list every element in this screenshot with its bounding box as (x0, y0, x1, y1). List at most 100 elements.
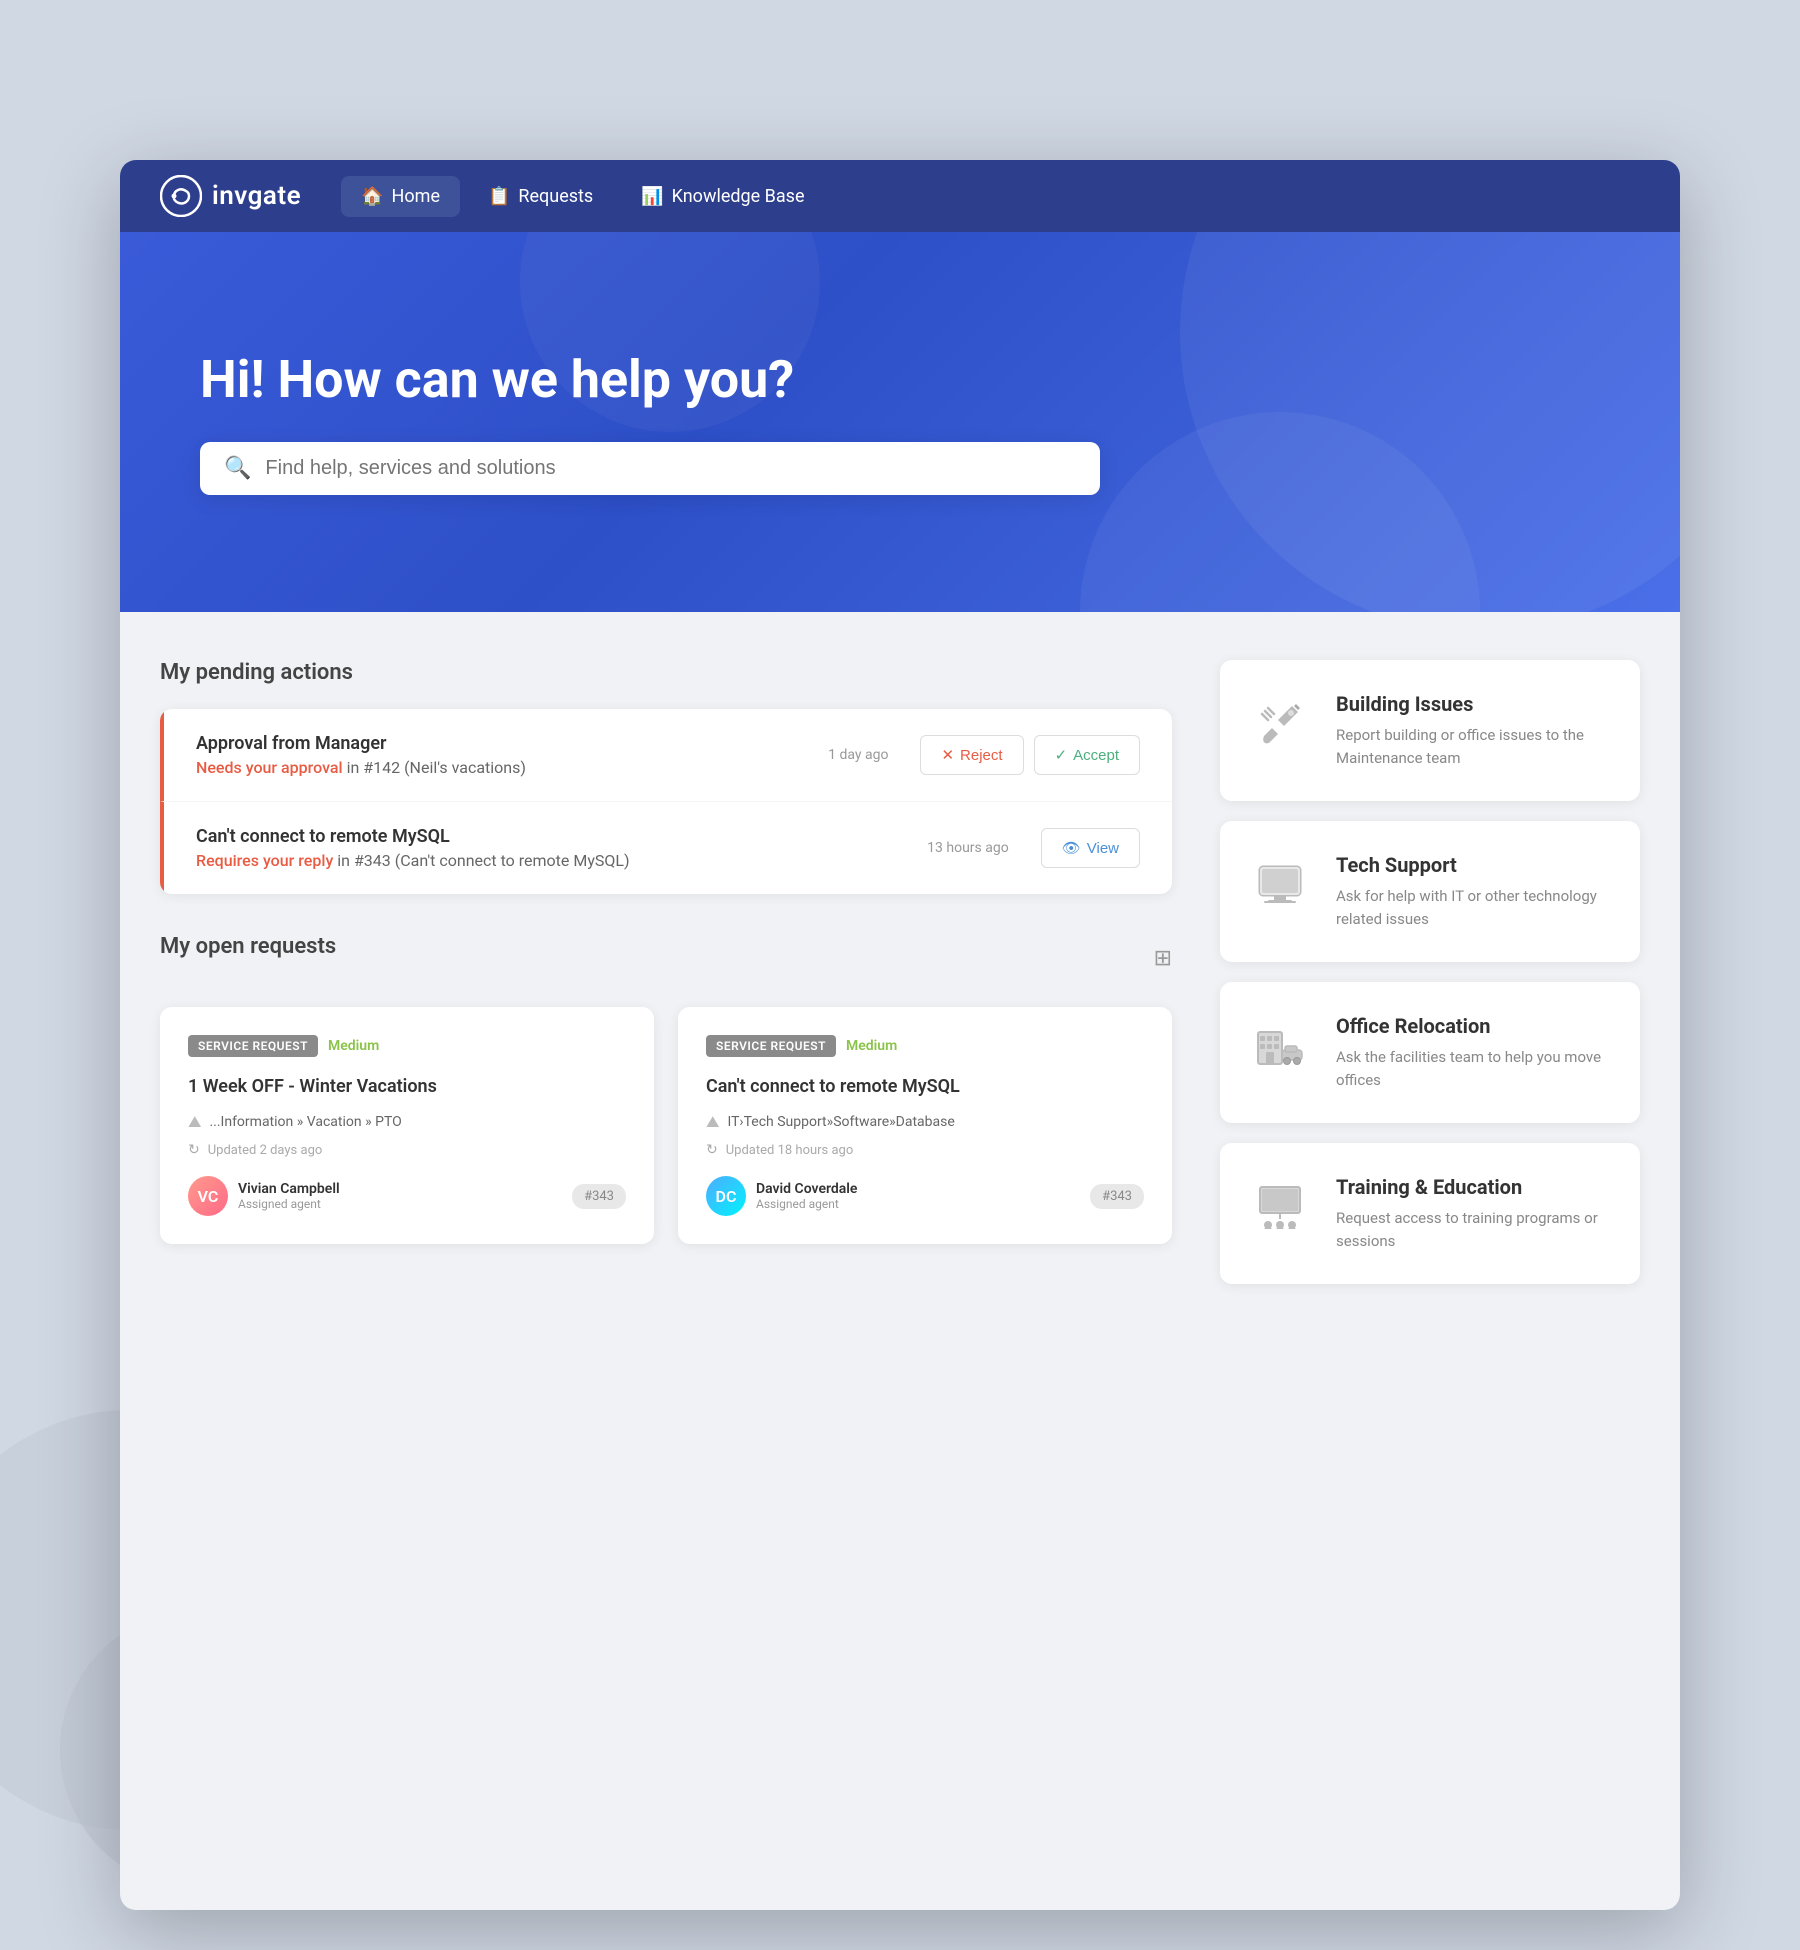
action-ref-1: in #142 (Neil's vacations) (347, 758, 526, 777)
request-card-2[interactable]: SERVICE REQUEST Medium Can't connect to … (678, 1007, 1172, 1244)
nav-requests-label: Requests (518, 186, 593, 207)
office-icon (1254, 1020, 1306, 1072)
open-requests-title: My open requests (160, 934, 336, 959)
hero-section: Hi! How can we help you? 🔍 (120, 232, 1680, 612)
accept-button-1[interactable]: ✓ Accept (1034, 735, 1140, 775)
updated-text-2: Updated 18 hours ago (726, 1143, 854, 1158)
service-tag-1: SERVICE REQUEST (188, 1035, 318, 1057)
avatar-1: VC (188, 1176, 228, 1216)
ticket-num-1: #343 (572, 1184, 626, 1209)
action-time-1: 1 day ago (828, 747, 888, 763)
path-icon-1: ⛰ (188, 1112, 201, 1132)
logo-text: invgate (212, 181, 301, 211)
building-issues-title: Building Issues (1336, 692, 1612, 716)
building-issues-text: Building Issues Report building or offic… (1336, 692, 1612, 769)
action-ref-2: in #343 (Can't connect to remote MySQL) (337, 851, 629, 870)
agent-role-1: Assigned agent (238, 1197, 340, 1211)
action-time-2: 13 hours ago (927, 840, 1009, 856)
tech-support-icon-wrap (1248, 853, 1312, 917)
search-input[interactable] (265, 457, 1076, 480)
service-catalog: Building Issues Report building or offic… (1220, 660, 1640, 1862)
request-card-1[interactable]: SERVICE REQUEST Medium 1 Week OFF - Wint… (160, 1007, 654, 1244)
office-relocation-text: Office Relocation Ask the facilities tea… (1336, 1014, 1612, 1091)
open-requests-header: My open requests ⊞ (160, 934, 1172, 983)
path-text-1: ...Information » Vacation » PTO (209, 1114, 401, 1130)
tech-support-desc: Ask for help with IT or other technology… (1336, 885, 1612, 930)
monitor-icon (1254, 859, 1306, 911)
grid-view-icon[interactable]: ⊞ (1154, 946, 1172, 971)
tech-support-text: Tech Support Ask for help with IT or oth… (1336, 853, 1612, 930)
training-icon-wrap (1248, 1175, 1312, 1239)
search-bar: 🔍 (200, 442, 1100, 495)
view-button-1[interactable]: 👁 View (1041, 828, 1140, 868)
action-status-1: Needs your approval (196, 758, 343, 777)
update-icon-1: ↻ (188, 1142, 200, 1158)
card-updated-2: ↻ Updated 18 hours ago (706, 1142, 1144, 1158)
tech-support-title: Tech Support (1336, 853, 1612, 877)
pending-actions-card: Approval from Manager Needs your approva… (160, 709, 1172, 894)
update-icon-2: ↻ (706, 1142, 718, 1158)
path-text-2: IT›Tech Support»Software»Database (727, 1114, 954, 1130)
office-relocation-desc: Ask the facilities team to help you move… (1336, 1046, 1612, 1091)
building-issues-desc: Report building or office issues to the … (1336, 724, 1612, 769)
nav-home-label: Home (392, 186, 440, 207)
office-relocation-title: Office Relocation (1336, 1014, 1612, 1038)
logo-icon (160, 175, 202, 217)
pending-action-2: Can't connect to remote MySQL Requires y… (160, 802, 1172, 894)
avatar-2: DC (706, 1176, 746, 1216)
content-area: My pending actions Approval from Manager… (120, 612, 1680, 1910)
path-icon-2: ⛰ (706, 1112, 719, 1132)
action-info-1: Approval from Manager Needs your approva… (196, 733, 812, 777)
action-title-1: Approval from Manager (196, 733, 812, 754)
agent-details-1: Vivian Campbell Assigned agent (238, 1181, 340, 1211)
catalog-tech-support[interactable]: Tech Support Ask for help with IT or oth… (1220, 821, 1640, 962)
hero-title: Hi! How can we help you? (200, 349, 1600, 410)
pending-action-1: Approval from Manager Needs your approva… (160, 709, 1172, 802)
catalog-training-education[interactable]: Training & Education Request access to t… (1220, 1143, 1640, 1284)
logo-area: invgate (160, 175, 301, 217)
knowledge-icon: 📊 (641, 186, 663, 207)
requests-icon: 📋 (488, 186, 510, 207)
card-updated-1: ↻ Updated 2 days ago (188, 1142, 626, 1158)
training-education-text: Training & Education Request access to t… (1336, 1175, 1612, 1252)
priority-tag-2: Medium (846, 1038, 897, 1054)
main-window: invgate 🏠 Home 📋 Requests 📊 Knowledge Ba… (120, 160, 1680, 1910)
card-tags-1: SERVICE REQUEST Medium (188, 1035, 626, 1057)
card-path-2: ⛰ IT›Tech Support»Software»Database (706, 1112, 1144, 1132)
requests-grid: SERVICE REQUEST Medium 1 Week OFF - Wint… (160, 1007, 1172, 1244)
office-relocation-icon-wrap (1248, 1014, 1312, 1078)
reject-button-1[interactable]: ✕ Reject (920, 735, 1023, 775)
action-title-2: Can't connect to remote MySQL (196, 826, 911, 847)
action-buttons-2: 👁 View (1041, 828, 1140, 868)
nav-knowledge-label: Knowledge Base (672, 186, 805, 207)
catalog-building-issues[interactable]: Building Issues Report building or offic… (1220, 660, 1640, 801)
agent-name-2: David Coverdale (756, 1181, 857, 1197)
training-education-title: Training & Education (1336, 1175, 1612, 1199)
agent-details-2: David Coverdale Assigned agent (756, 1181, 857, 1211)
training-education-desc: Request access to training programs or s… (1336, 1207, 1612, 1252)
card-footer-1: VC Vivian Campbell Assigned agent #343 (188, 1176, 626, 1216)
agent-role-2: Assigned agent (756, 1197, 857, 1211)
search-icon: 🔍 (224, 456, 251, 481)
updated-text-1: Updated 2 days ago (208, 1143, 323, 1158)
navbar: invgate 🏠 Home 📋 Requests 📊 Knowledge Ba… (120, 160, 1680, 232)
building-issues-icon-wrap (1248, 692, 1312, 756)
catalog-office-relocation[interactable]: Office Relocation Ask the facilities tea… (1220, 982, 1640, 1123)
nav-knowledge[interactable]: 📊 Knowledge Base (621, 176, 824, 217)
card-footer-2: DC David Coverdale Assigned agent #343 (706, 1176, 1144, 1216)
card-title-1: 1 Week OFF - Winter Vacations (188, 1075, 626, 1098)
pending-actions-title: My pending actions (160, 660, 1172, 685)
agent-info-1: VC Vivian Campbell Assigned agent (188, 1176, 340, 1216)
action-buttons-1: ✕ Reject ✓ Accept (920, 735, 1140, 775)
agent-name-1: Vivian Campbell (238, 1181, 340, 1197)
card-tags-2: SERVICE REQUEST Medium (706, 1035, 1144, 1057)
action-info-2: Can't connect to remote MySQL Requires y… (196, 826, 911, 870)
service-tag-2: SERVICE REQUEST (706, 1035, 836, 1057)
ticket-num-2: #343 (1090, 1184, 1144, 1209)
card-title-2: Can't connect to remote MySQL (706, 1075, 1144, 1098)
tools-icon (1254, 698, 1306, 750)
nav-requests[interactable]: 📋 Requests (468, 176, 613, 217)
nav-home[interactable]: 🏠 Home (341, 176, 460, 217)
action-status-2: Requires your reply (196, 851, 333, 870)
agent-info-2: DC David Coverdale Assigned agent (706, 1176, 857, 1216)
